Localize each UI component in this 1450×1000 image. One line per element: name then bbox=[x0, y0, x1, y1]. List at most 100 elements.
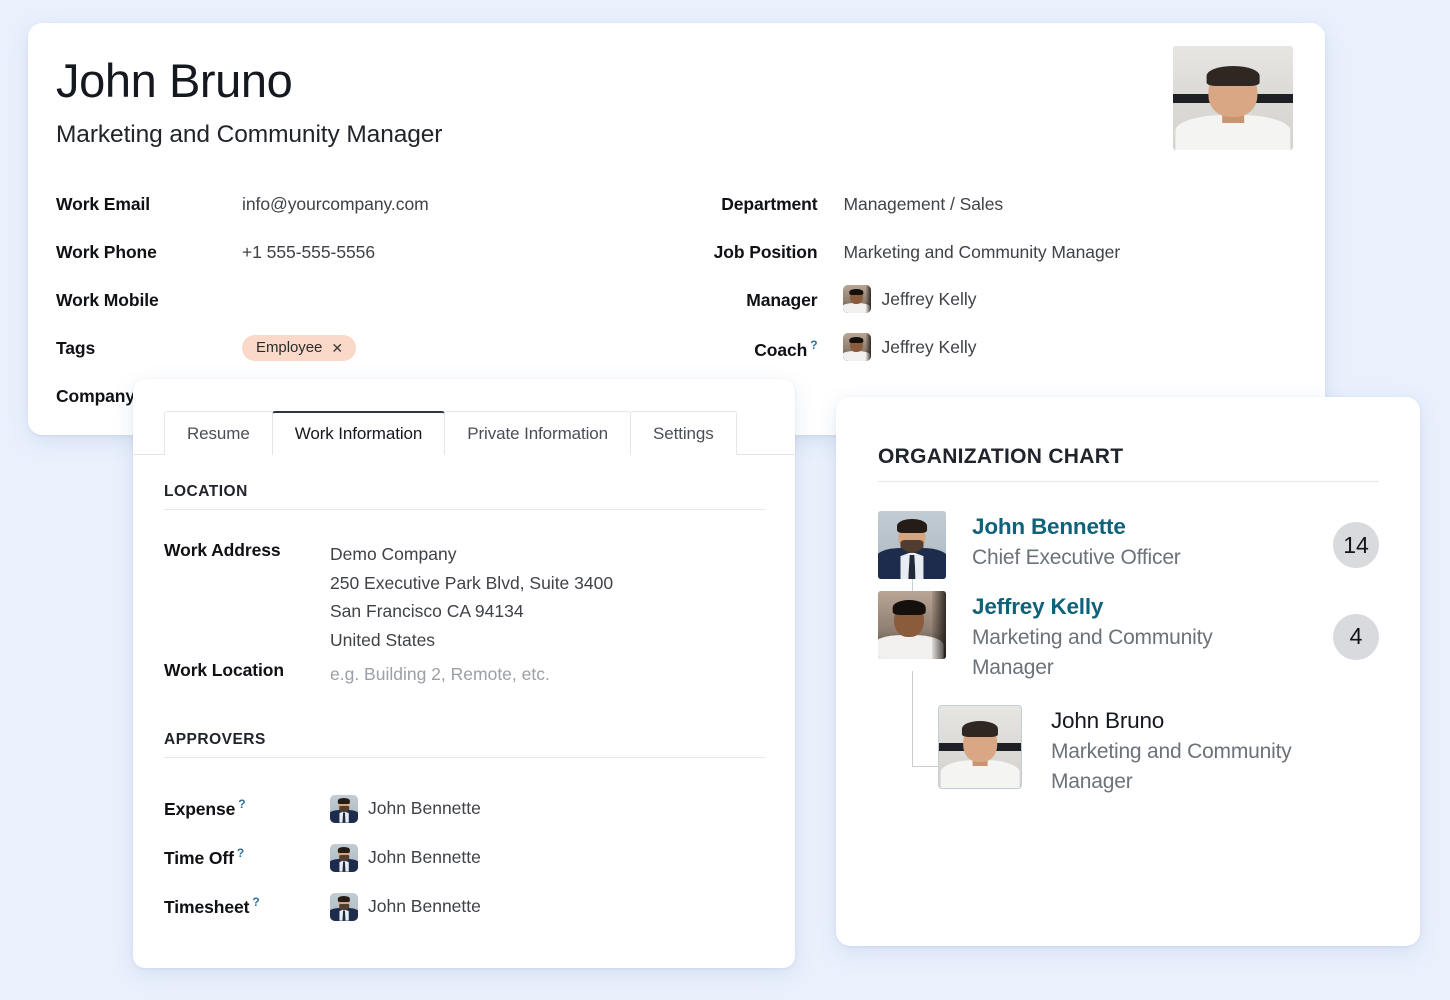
close-icon[interactable]: ✕ bbox=[331, 341, 343, 355]
avatar bbox=[938, 704, 1022, 789]
org-node-count-badge[interactable]: 14 bbox=[1333, 522, 1379, 568]
avatar bbox=[878, 591, 946, 659]
address-line: San Francisco CA 94134 bbox=[330, 601, 524, 622]
org-node-text: John Bruno Marketing and Community Manag… bbox=[1022, 705, 1325, 797]
field-label: Work Phone bbox=[56, 242, 157, 262]
employee-job-title: Marketing and Community Manager bbox=[56, 121, 443, 149]
address-line: United States bbox=[330, 629, 436, 650]
manager-value[interactable]: Jeffrey Kelly bbox=[817, 281, 976, 313]
address-line: 250 Executive Park Blvd, Suite 3400 bbox=[330, 572, 614, 593]
work-information-body: LOCATION Work Address Demo Company 250 E… bbox=[133, 455, 795, 931]
coach-name[interactable]: Jeffrey Kelly bbox=[881, 337, 976, 358]
app-canvas: John Bruno Marketing and Community Manag… bbox=[0, 0, 1450, 1000]
field-label: Work Email bbox=[56, 194, 150, 214]
field-label: Department bbox=[721, 194, 818, 214]
org-node-name: John Bruno bbox=[1051, 707, 1165, 733]
field-label: Manager bbox=[746, 290, 818, 310]
help-icon[interactable]: ? bbox=[252, 895, 259, 909]
approver-name[interactable]: John Bennette bbox=[368, 847, 481, 868]
field-label: Time Off? bbox=[164, 846, 306, 869]
help-icon[interactable]: ? bbox=[238, 797, 245, 811]
org-node-role: Marketing and Community Manager bbox=[972, 626, 1213, 679]
address-line: Demo Company bbox=[330, 544, 457, 564]
approvers-section-heading: APPROVERS bbox=[164, 731, 765, 759]
work-mobile-value[interactable] bbox=[186, 281, 242, 290]
work-address-value[interactable]: Demo Company 250 Executive Park Blvd, Su… bbox=[306, 534, 613, 654]
organization-chart-card: ORGANIZATION CHART John Bennette Chief E… bbox=[836, 397, 1420, 946]
tab-resume[interactable]: Resume bbox=[164, 411, 273, 455]
org-connector-line bbox=[912, 671, 913, 767]
field-job-position: Job Position Marketing and Community Man… bbox=[695, 233, 1295, 281]
org-node-current-employee: John Bruno Marketing and Community Manag… bbox=[938, 704, 1379, 797]
employee-photo-image bbox=[1173, 46, 1293, 150]
approver-name[interactable]: John Bennette bbox=[368, 896, 481, 917]
field-work-address: Work Address Demo Company 250 Executive … bbox=[164, 534, 765, 654]
org-connector-line bbox=[912, 766, 938, 767]
org-node-name[interactable]: Jeffrey Kelly bbox=[972, 593, 1325, 621]
approver-name[interactable]: John Bennette bbox=[368, 798, 481, 819]
field-label: Coach? bbox=[695, 329, 817, 361]
field-work-email: Work Email info@yourcompany.com bbox=[56, 185, 695, 233]
tab-bar: Resume Work Information Private Informat… bbox=[133, 379, 795, 455]
tab-settings[interactable]: Settings bbox=[630, 411, 737, 455]
field-label: Tags bbox=[56, 338, 96, 358]
field-label: Work Location bbox=[164, 660, 284, 681]
field-tags: Tags Employee ✕ bbox=[56, 329, 695, 377]
field-coach: Coach? Jeffrey Kelly bbox=[695, 329, 1295, 377]
avatar bbox=[843, 333, 872, 361]
org-node-manager[interactable]: Jeffrey Kelly Marketing and Community Ma… bbox=[878, 591, 1379, 683]
org-chart-tree: John Bennette Chief Executive Officer 14… bbox=[878, 511, 1379, 797]
field-manager: Manager Jeffrey Kelly bbox=[695, 281, 1295, 329]
page-title: John Bruno bbox=[56, 54, 293, 107]
avatar bbox=[330, 843, 358, 872]
avatar bbox=[330, 794, 358, 823]
tag-label: Employee bbox=[256, 339, 323, 356]
org-node-name[interactable]: John Bennette bbox=[972, 513, 1325, 541]
tags-value[interactable]: Employee ✕ bbox=[186, 329, 356, 361]
field-work-phone: Work Phone +1 555-555-5556 bbox=[56, 233, 695, 281]
help-icon[interactable]: ? bbox=[810, 338, 817, 352]
field-work-location: Work Location e.g. Building 2, Remote, e… bbox=[164, 654, 765, 694]
field-label: Job Position bbox=[713, 242, 818, 262]
work-information-card: Resume Work Information Private Informat… bbox=[133, 379, 795, 968]
work-location-input[interactable]: e.g. Building 2, Remote, etc. bbox=[306, 654, 550, 689]
timeoff-approver-value[interactable]: John Bennette bbox=[306, 843, 481, 872]
expense-approver-value[interactable]: John Bennette bbox=[306, 794, 481, 823]
tab-work-information[interactable]: Work Information bbox=[271, 411, 446, 455]
status-badge[interactable]: Employee ✕ bbox=[242, 335, 356, 361]
field-timesheet-approver: Timesheet? John Bennette bbox=[164, 882, 765, 931]
org-node-ceo[interactable]: John Bennette Chief Executive Officer 14 bbox=[878, 511, 1379, 579]
org-node-text: Jeffrey Kelly Marketing and Community Ma… bbox=[946, 591, 1325, 683]
org-node-count-badge[interactable]: 4 bbox=[1333, 613, 1379, 660]
org-node-role: Marketing and Community Manager bbox=[1051, 739, 1292, 793]
avatar bbox=[843, 285, 872, 313]
timesheet-approver-value[interactable]: John Bennette bbox=[306, 892, 481, 921]
approver-label-text: Time Off bbox=[164, 847, 234, 868]
field-work-mobile: Work Mobile bbox=[56, 281, 695, 329]
field-label: Timesheet? bbox=[164, 895, 306, 918]
job-position-value[interactable]: Marketing and Community Manager bbox=[817, 233, 1120, 263]
field-label: Work Mobile bbox=[56, 290, 159, 310]
approver-label-text: Timesheet bbox=[164, 896, 250, 917]
field-department: Department Management / Sales bbox=[695, 185, 1295, 233]
avatar bbox=[330, 892, 358, 921]
field-timeoff-approver: Time Off? John Bennette bbox=[164, 833, 765, 882]
work-phone-value[interactable]: +1 555-555-5556 bbox=[186, 233, 375, 263]
profile-inner: John Bruno Marketing and Community Manag… bbox=[28, 23, 1325, 435]
org-node-text: John Bennette Chief Executive Officer bbox=[946, 511, 1325, 573]
employee-profile-card: John Bruno Marketing and Community Manag… bbox=[28, 23, 1325, 435]
approver-label-text: Expense bbox=[164, 798, 236, 819]
work-email-value[interactable]: info@yourcompany.com bbox=[186, 185, 429, 215]
manager-name[interactable]: Jeffrey Kelly bbox=[881, 289, 976, 310]
field-label: Work Address bbox=[164, 540, 281, 560]
coach-label-text: Coach bbox=[754, 339, 808, 360]
org-chart-title: ORGANIZATION CHART bbox=[878, 445, 1379, 482]
tab-private-information[interactable]: Private Information bbox=[444, 411, 632, 455]
field-expense-approver: Expense? John Bennette bbox=[164, 784, 765, 833]
location-section-heading: LOCATION bbox=[164, 483, 765, 510]
employee-photo bbox=[1173, 46, 1293, 150]
org-node-role: Chief Executive Officer bbox=[972, 546, 1181, 570]
help-icon[interactable]: ? bbox=[237, 846, 244, 860]
department-value[interactable]: Management / Sales bbox=[817, 185, 1003, 215]
coach-value[interactable]: Jeffrey Kelly bbox=[817, 329, 976, 361]
